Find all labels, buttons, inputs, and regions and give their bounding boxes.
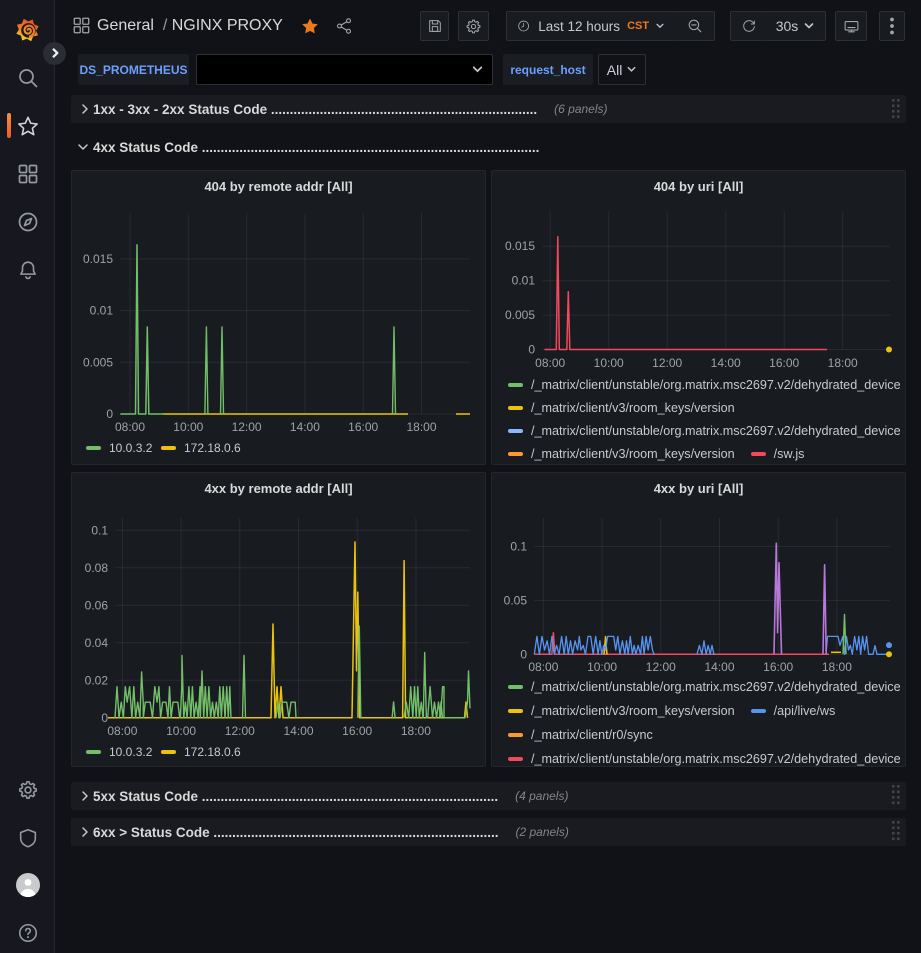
svg-text:14:00: 14:00	[290, 420, 320, 434]
svg-text:16:00: 16:00	[342, 724, 372, 738]
svg-text:12:00: 12:00	[232, 420, 262, 434]
svg-text:16:00: 16:00	[763, 660, 793, 674]
svg-text:10:00: 10:00	[166, 724, 196, 738]
svg-text:14:00: 14:00	[283, 724, 313, 738]
svg-text:08:00: 08:00	[528, 660, 558, 674]
svg-text:08:00: 08:00	[535, 356, 565, 370]
svg-text:0: 0	[528, 343, 535, 357]
svg-text:0: 0	[520, 647, 527, 661]
svg-text:0.04: 0.04	[85, 636, 109, 650]
svg-text:0.1: 0.1	[91, 523, 108, 537]
svg-text:12:00: 12:00	[652, 356, 682, 370]
svg-text:0.05: 0.05	[504, 593, 528, 607]
svg-text:10:00: 10:00	[173, 420, 203, 434]
svg-text:18:00: 18:00	[406, 420, 436, 434]
svg-text:12:00: 12:00	[646, 660, 676, 674]
svg-text:18:00: 18:00	[828, 356, 858, 370]
svg-text:0.005: 0.005	[505, 308, 535, 322]
svg-text:14:00: 14:00	[711, 356, 741, 370]
svg-text:14:00: 14:00	[704, 660, 734, 674]
svg-text:0.01: 0.01	[90, 304, 114, 318]
svg-text:0.015: 0.015	[505, 239, 535, 253]
svg-text:0.1: 0.1	[510, 540, 527, 554]
svg-text:16:00: 16:00	[769, 356, 799, 370]
svg-text:0: 0	[106, 407, 113, 421]
svg-text:12:00: 12:00	[225, 724, 255, 738]
svg-text:16:00: 16:00	[348, 420, 378, 434]
svg-text:18:00: 18:00	[401, 724, 431, 738]
svg-text:0.02: 0.02	[85, 673, 109, 687]
svg-text:0.06: 0.06	[85, 598, 109, 612]
svg-text:10:00: 10:00	[594, 356, 624, 370]
svg-text:0.015: 0.015	[83, 252, 113, 266]
svg-text:10:00: 10:00	[587, 660, 617, 674]
svg-text:0.08: 0.08	[85, 561, 109, 575]
svg-text:18:00: 18:00	[822, 660, 852, 674]
svg-text:0.005: 0.005	[83, 355, 113, 369]
svg-text:08:00: 08:00	[115, 420, 145, 434]
svg-text:0.01: 0.01	[512, 274, 536, 288]
svg-text:08:00: 08:00	[107, 724, 137, 738]
svg-text:0: 0	[101, 711, 108, 725]
